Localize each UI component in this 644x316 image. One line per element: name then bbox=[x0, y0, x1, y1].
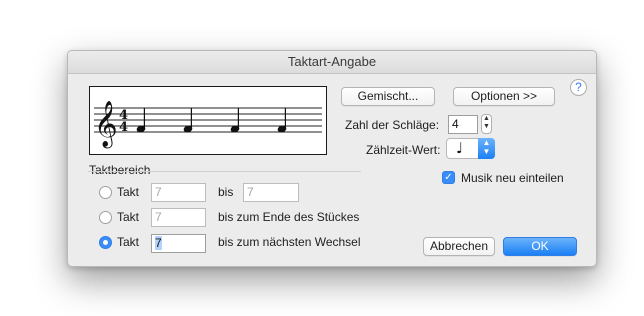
time-signature-preview: 𝄞 4 4 bbox=[89, 86, 327, 155]
radio-range-next-change[interactable] bbox=[99, 236, 112, 249]
options-button[interactable]: Optionen >> bbox=[453, 87, 555, 106]
time-signature-dialog: Taktart-Angabe 𝄞 4 4 Gemischt... Optione… bbox=[67, 50, 597, 267]
dialog-title: Taktart-Angabe bbox=[68, 51, 596, 74]
from-measure-field[interactable]: 7 bbox=[151, 208, 206, 227]
radio-label: Takt bbox=[117, 185, 140, 199]
time-signature-bottom: 4 bbox=[119, 120, 128, 135]
help-icon[interactable]: ? bbox=[570, 79, 587, 96]
staff-svg: 𝄞 4 4 bbox=[94, 101, 322, 149]
quarter-note-icon: ♩ bbox=[456, 139, 464, 157]
beats-label: Zahl der Schläge: bbox=[345, 118, 440, 132]
range-text: bis zum nächsten Wechsel bbox=[218, 235, 361, 249]
radio-range-end[interactable] bbox=[99, 211, 112, 224]
mixed-button[interactable]: Gemischt... bbox=[341, 87, 435, 106]
to-measure-field[interactable]: 7 bbox=[243, 183, 299, 202]
radio-label: Takt bbox=[117, 210, 140, 224]
radio-range-to[interactable] bbox=[99, 186, 112, 199]
treble-clef-icon: 𝄞 bbox=[94, 101, 118, 149]
range-text: bis zum Ende des Stückes bbox=[218, 210, 360, 224]
cancel-button[interactable]: Abbrechen bbox=[423, 237, 495, 256]
range-text: bis bbox=[218, 185, 234, 199]
beats-field[interactable]: 4 bbox=[448, 115, 478, 134]
section-divider bbox=[88, 171, 361, 172]
from-measure-field-active[interactable]: 7 bbox=[151, 234, 206, 253]
stepper-down-icon[interactable]: ▼ bbox=[482, 123, 491, 131]
rebar-label: Musik neu einteilen bbox=[461, 171, 564, 185]
chevron-updown-icon[interactable]: ▲ ▼ bbox=[478, 138, 495, 159]
from-measure-field[interactable]: 7 bbox=[151, 183, 206, 202]
radio-label: Takt bbox=[117, 235, 140, 249]
stepper-up-icon[interactable]: ▲ bbox=[482, 115, 491, 123]
count-value-label: Zählzeit-Wert: bbox=[366, 143, 441, 157]
rebar-checkbox[interactable]: ✓ bbox=[442, 171, 455, 184]
count-value-popup[interactable]: ♩ ▲ ▼ bbox=[446, 138, 495, 159]
ok-button[interactable]: OK bbox=[503, 237, 577, 256]
measure-range-heading: Taktbereich bbox=[89, 163, 151, 177]
beats-stepper[interactable]: ▲ ▼ bbox=[481, 114, 492, 134]
